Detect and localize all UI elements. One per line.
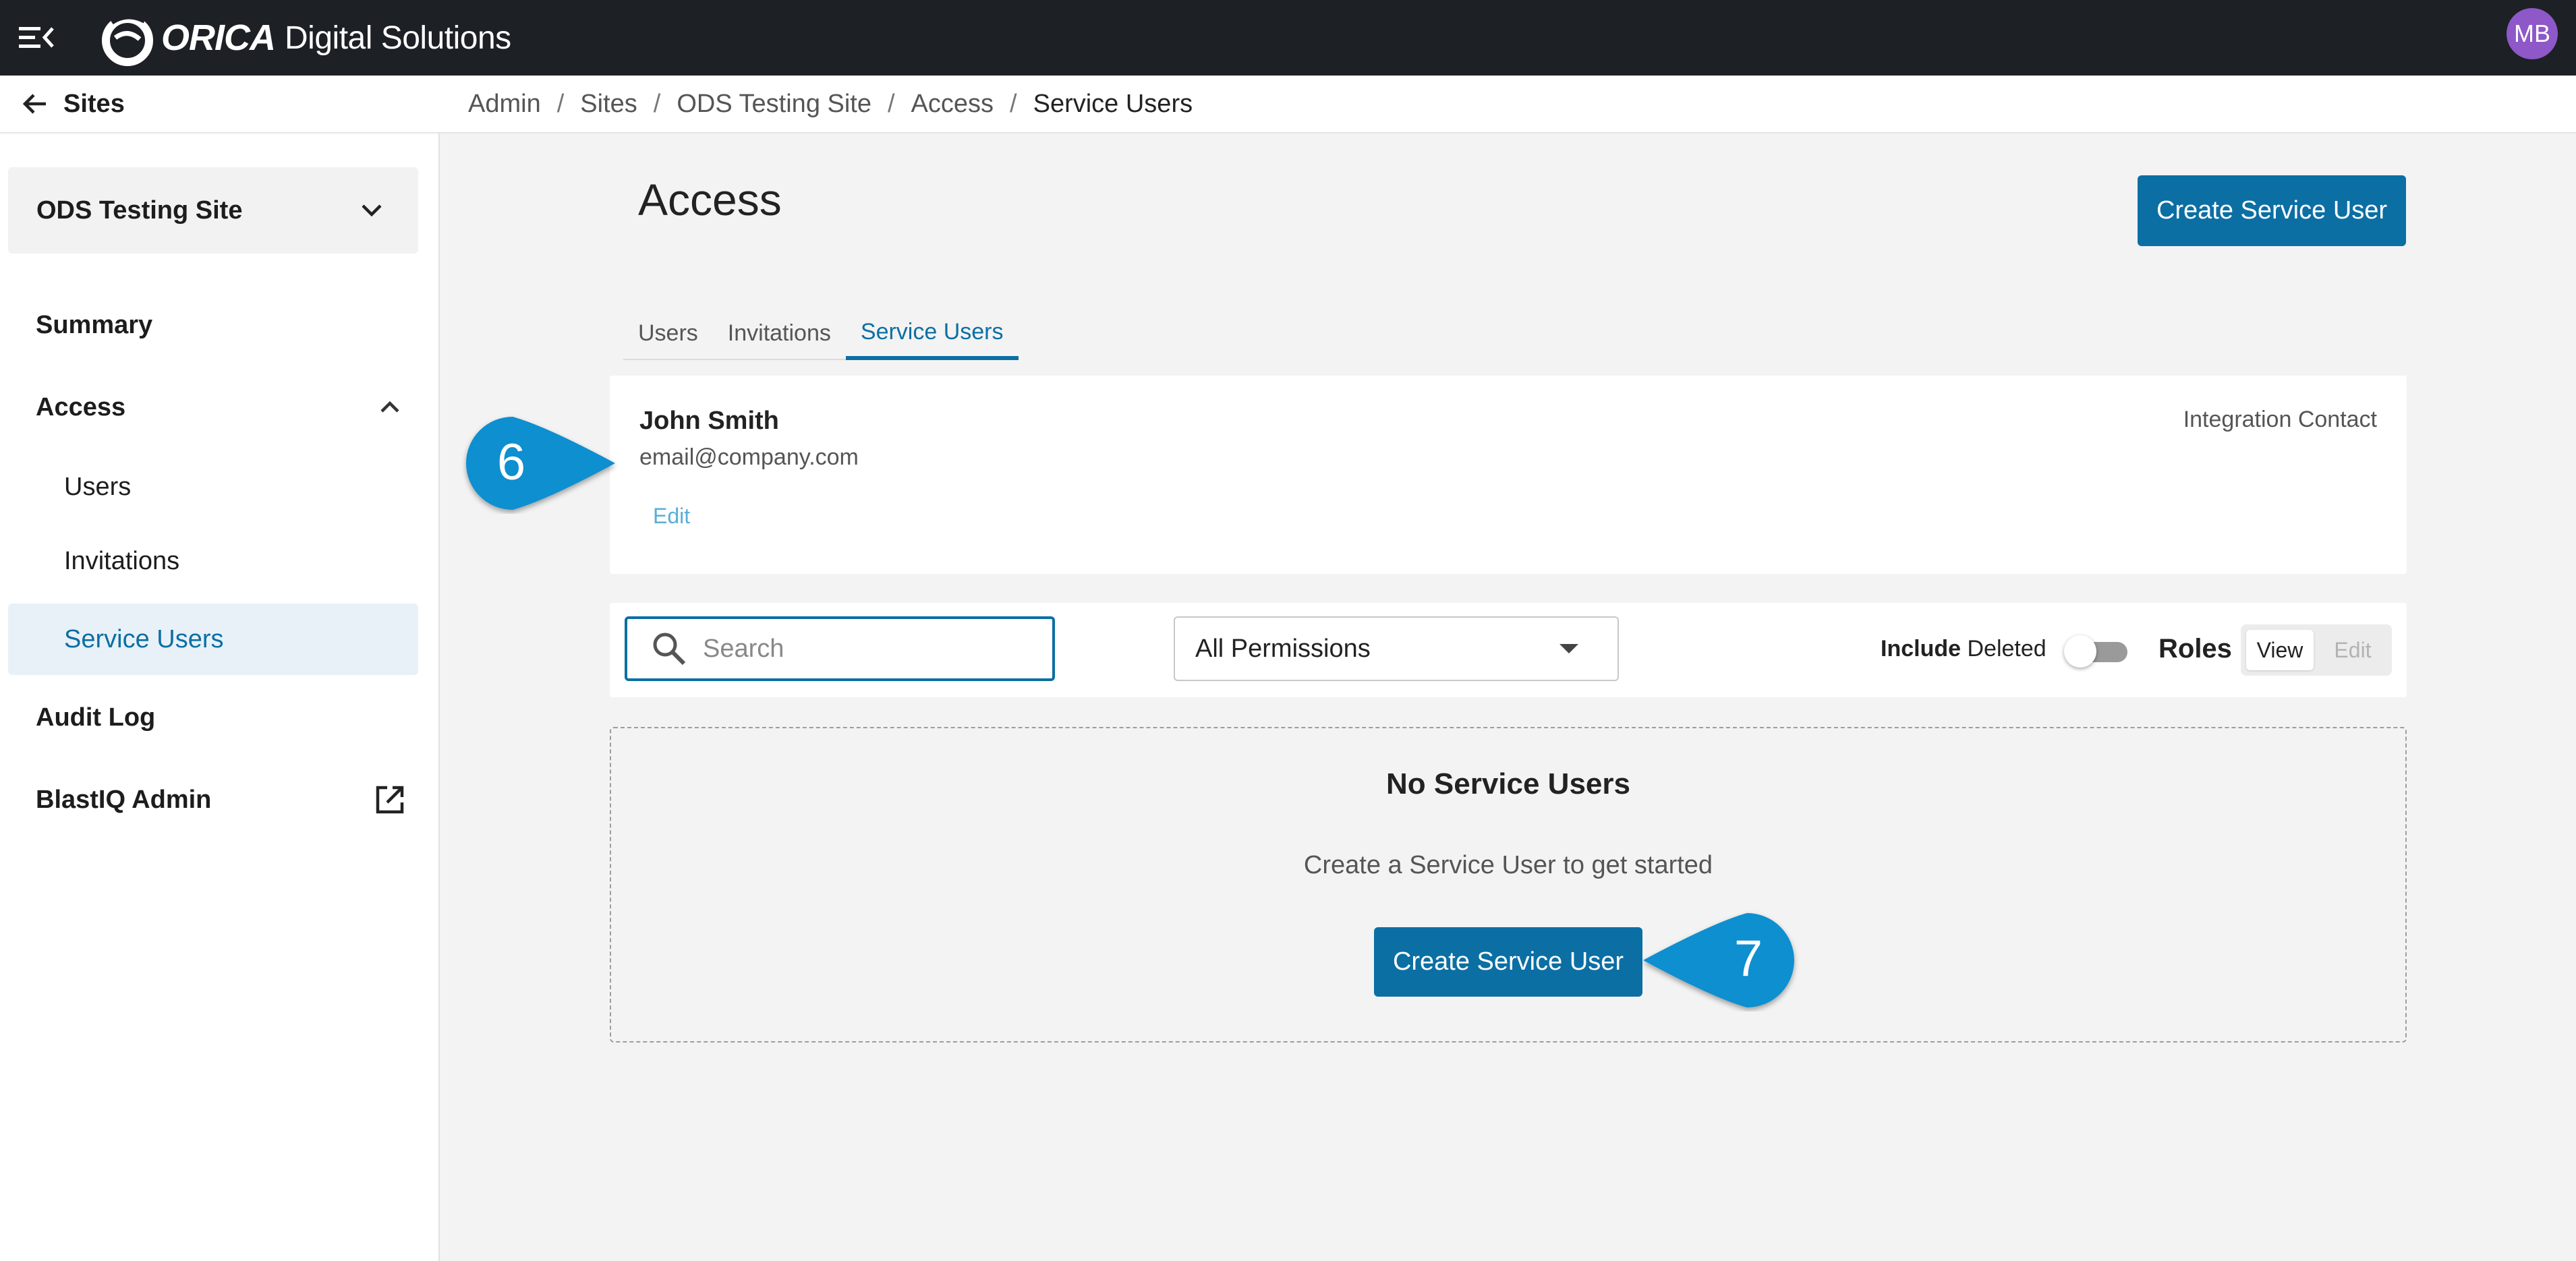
- breadcrumb-separator: /: [556, 89, 565, 118]
- contact-name: John Smith: [639, 407, 779, 435]
- callout-7: 7: [1639, 909, 1801, 1011]
- breadcrumb-current: Service Users: [1033, 89, 1193, 118]
- external-link-icon: [376, 786, 404, 814]
- breadcrumb-sites[interactable]: Sites: [580, 90, 637, 119]
- sidebar-item-audit-log[interactable]: Audit Log: [0, 691, 438, 744]
- back-label: Sites: [63, 89, 125, 118]
- callout-number: 7: [1734, 930, 1763, 987]
- integration-contact-card: John Smith email@company.com Edit Integr…: [610, 376, 2407, 574]
- orica-logo-mark-icon: [102, 12, 153, 66]
- tab-service-users[interactable]: Service Users: [845, 307, 1019, 360]
- search-field[interactable]: [625, 616, 1055, 681]
- contact-role: Integration Contact: [2183, 407, 2377, 432]
- breadcrumb-access[interactable]: Access: [911, 90, 994, 119]
- search-icon: [653, 633, 686, 666]
- sidebar-item-label: Audit Log: [36, 703, 156, 732]
- roles-mode-switch: View Edit: [2241, 624, 2392, 676]
- contact-email: email@company.com: [639, 444, 859, 470]
- roles-label: Roles: [2158, 634, 2232, 664]
- top-app-bar: ORICA Digital Solutions MB: [0, 0, 2576, 76]
- breadcrumb-site[interactable]: ODS Testing Site: [677, 90, 871, 119]
- site-selector[interactable]: ODS Testing Site: [8, 167, 418, 254]
- sidebar-item-label: BlastIQ Admin: [36, 785, 212, 814]
- search-input[interactable]: [702, 633, 1028, 664]
- edit-contact-link[interactable]: Edit: [653, 504, 690, 529]
- caret-down-icon: [1559, 644, 1578, 653]
- breadcrumb-separator: /: [1010, 89, 1017, 118]
- deleted-word: Deleted: [1967, 636, 2047, 662]
- toggle-knob: [2064, 635, 2096, 668]
- include-word: Include: [1881, 636, 1962, 662]
- callout-6: 6: [459, 413, 621, 514]
- chevron-down-icon: [362, 204, 382, 217]
- tab-users[interactable]: Users: [623, 307, 713, 359]
- site-selector-label: ODS Testing Site: [36, 196, 243, 225]
- sidebar-item-label: Access: [36, 392, 126, 421]
- user-avatar[interactable]: MB: [2507, 8, 2558, 59]
- sidebar-item-label: Invitations: [64, 546, 180, 575]
- sidebar-item-access[interactable]: Access: [0, 380, 438, 434]
- sidebar-item-label: Summary: [36, 310, 153, 339]
- breadcrumb-separator: /: [887, 89, 895, 118]
- brand-name: ORICA: [161, 18, 276, 58]
- callout-number: 6: [496, 434, 526, 491]
- orica-logo[interactable]: ORICA Digital Solutions: [98, 0, 511, 76]
- empty-state-text: Create a Service User to get started: [1303, 851, 1713, 879]
- sidebar-item-blastiq-admin[interactable]: BlastIQ Admin: [0, 773, 438, 827]
- sidebar-item-invitations[interactable]: Invitations: [0, 534, 438, 588]
- menu-collapse-icon[interactable]: [18, 19, 55, 57]
- include-deleted-toggle[interactable]: [2064, 631, 2131, 669]
- roles-edit-option[interactable]: Edit: [2319, 630, 2386, 670]
- sidebar-item-label: Service Users: [64, 624, 224, 653]
- arrow-left-icon: [22, 94, 46, 114]
- sidebar: Sites ODS Testing Site Summary Access Us…: [0, 76, 440, 1261]
- breadcrumb-admin[interactable]: Admin: [468, 90, 541, 119]
- breadcrumb: Admin / Sites / ODS Testing Site / Acces…: [438, 76, 2576, 134]
- access-tabs: Users Invitations Service Users: [623, 307, 1019, 360]
- empty-state-create-button[interactable]: Create Service User: [1374, 927, 1642, 997]
- sidebar-item-service-users[interactable]: Service Users: [8, 604, 418, 675]
- tab-invitations[interactable]: Invitations: [713, 307, 846, 359]
- create-service-user-button[interactable]: Create Service User: [2138, 175, 2406, 246]
- sidebar-item-users[interactable]: Users: [0, 460, 438, 514]
- roles-view-option[interactable]: View: [2246, 630, 2314, 670]
- sidebar-item-summary[interactable]: Summary: [0, 298, 438, 352]
- filter-bar: All Permissions Include Deleted Roles Vi…: [610, 603, 2407, 697]
- chevron-up-icon: [380, 401, 399, 413]
- brand-suffix: Digital Solutions: [285, 20, 511, 56]
- breadcrumb-separator: /: [653, 89, 661, 118]
- permissions-select-value: All Permissions: [1195, 634, 1371, 663]
- sidebar-item-label: Users: [64, 472, 132, 501]
- permissions-select[interactable]: All Permissions: [1174, 616, 1619, 681]
- page-title: Access: [638, 175, 782, 225]
- empty-state-heading: No Service Users: [1386, 767, 1630, 800]
- back-to-sites-link[interactable]: Sites: [0, 76, 438, 134]
- include-deleted-label: Include Deleted: [1881, 636, 2047, 662]
